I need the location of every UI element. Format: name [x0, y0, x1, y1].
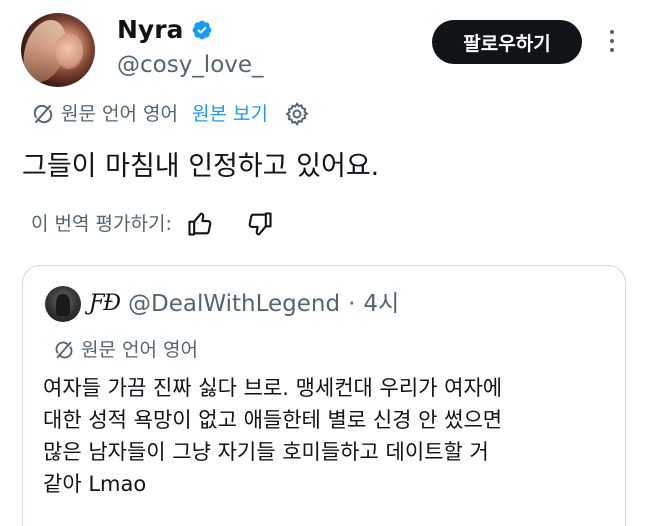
more-icon[interactable] [600, 26, 624, 56]
translate-icon [33, 104, 53, 124]
quoted-translation-bar: 원문 언어 영어 [53, 336, 198, 364]
quoted-text-line: 같아 Lmao [43, 472, 147, 496]
thumbs-up-icon[interactable] [186, 210, 214, 238]
author-name-row: Nyra [117, 14, 213, 46]
more-dot [610, 48, 614, 52]
author-avatar[interactable] [21, 13, 95, 87]
header-separator: · [348, 291, 356, 317]
quoted-text-line: 여자들 가끔 진짜 싫다 브로. 맹세컨대 우리가 여자에 [43, 376, 503, 400]
author-handle[interactable]: @cosy_love_ [117, 50, 264, 80]
quoted-text-line: 대한 성적 욕망이 없고 애들한테 별로 신경 안 썼으면 [43, 408, 503, 432]
settings-gear-icon[interactable] [284, 101, 310, 127]
quoted-tweet-header: ƑĐ @DealWithLegend · 4시 [89, 286, 399, 322]
quoted-author-avatar[interactable] [45, 286, 81, 322]
quoted-tweet-time[interactable]: 4시 [363, 286, 399, 322]
view-original-link[interactable]: 원본 보기 [192, 100, 268, 128]
author-name[interactable]: Nyra [117, 14, 183, 46]
quoted-author-name[interactable]: ƑĐ [89, 286, 121, 322]
rate-translation-row: 이 번역 평가하기: [31, 210, 274, 238]
quoted-translation-source-label: 원문 언어 영어 [81, 339, 198, 361]
tweet-text: 그들이 마침내 인정하고 있어요. [22, 151, 380, 182]
translation-source-label: 원문 언어 영어 [61, 103, 178, 125]
thumbs-down-icon[interactable] [246, 210, 274, 238]
quoted-text-line: 많은 남자들이 그냥 자기들 호미들하고 데이트할 거 [43, 440, 489, 464]
quoted-tweet[interactable]: ƑĐ @DealWithLegend · 4시 원문 언어 영어 여자들 가끔 … [22, 265, 626, 526]
follow-button[interactable]: 팔로우하기 [432, 20, 582, 64]
quoted-tweet-text: 여자들 가끔 진짜 싫다 브로. 맹세컨대 우리가 여자에 대한 성적 욕망이 … [43, 372, 613, 500]
quoted-author-handle[interactable]: @DealWithLegend [128, 286, 340, 322]
verified-badge-icon [193, 20, 212, 40]
more-dot [610, 30, 614, 34]
quoted-avatar-figure [56, 294, 70, 316]
translate-icon [55, 341, 73, 359]
translation-bar: 원문 언어 영어 원본 보기 [31, 100, 310, 128]
rate-translation-label: 이 번역 평가하기: [31, 213, 172, 235]
avatar-face [55, 33, 83, 69]
more-dot [610, 39, 614, 43]
